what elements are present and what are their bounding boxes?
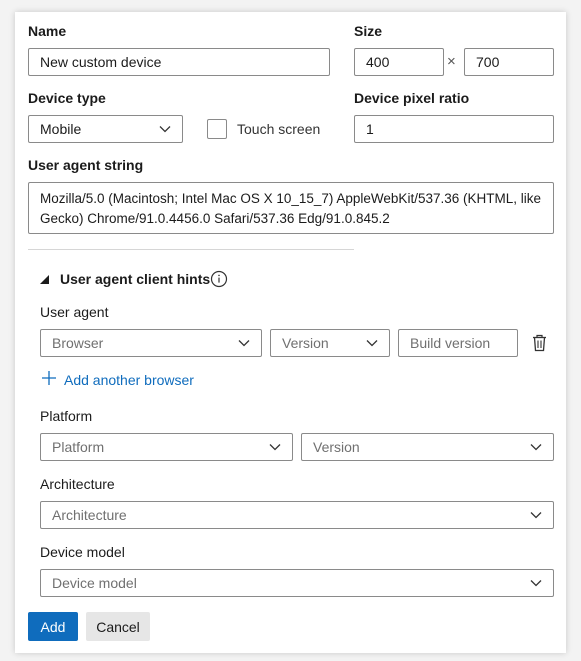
height-input[interactable]: 700 (464, 48, 554, 76)
size-label: Size (354, 23, 383, 39)
platform-label: Platform (40, 408, 93, 424)
chevron-down-icon (530, 580, 542, 587)
user-agent-string-label: User agent string (28, 157, 144, 173)
device-model-placeholder: Device model (52, 575, 137, 591)
info-icon[interactable] (210, 270, 228, 288)
touch-screen-checkbox[interactable] (207, 119, 227, 139)
architecture-select[interactable]: Architecture (40, 501, 554, 529)
user-agent-string-input[interactable]: Mozilla/5.0 (Macintosh; Intel Mac OS X 1… (28, 182, 554, 234)
device-model-select[interactable]: Device model (40, 569, 554, 597)
chevron-down-icon (530, 512, 542, 519)
name-input[interactable]: New custom device (28, 48, 330, 76)
architecture-label: Architecture (40, 476, 115, 492)
platform-placeholder: Platform (52, 439, 105, 455)
architecture-placeholder: Architecture (52, 507, 127, 523)
width-input[interactable]: 400 (354, 48, 444, 76)
browser-select[interactable]: Browser (40, 329, 262, 357)
browser-version-select[interactable]: Version (270, 329, 390, 357)
add-button[interactable]: Add (28, 612, 78, 641)
browser-placeholder: Browser (52, 335, 104, 351)
chevron-down-icon (366, 340, 378, 347)
device-model-label: Device model (40, 544, 125, 560)
size-separator: × (447, 53, 456, 70)
browser-version-placeholder: Version (282, 335, 329, 351)
platform-version-placeholder: Version (313, 439, 360, 455)
platform-select[interactable]: Platform (40, 433, 293, 461)
user-agent-label: User agent (40, 304, 109, 320)
cancel-button[interactable]: Cancel (86, 612, 150, 641)
platform-version-select[interactable]: Version (301, 433, 554, 461)
device-type-label: Device type (28, 90, 106, 106)
add-another-browser-link[interactable]: Add another browser (64, 372, 194, 388)
build-version-input[interactable]: Build version (398, 329, 518, 357)
device-type-value: Mobile (40, 121, 82, 137)
device-pixel-ratio-label: Device pixel ratio (354, 90, 470, 106)
chevron-down-icon (530, 444, 542, 451)
touch-screen-label: Touch screen (237, 121, 321, 137)
trash-icon[interactable] (531, 334, 548, 352)
expand-triangle-icon[interactable] (40, 275, 49, 284)
chevron-down-icon (269, 444, 281, 451)
name-label: Name (28, 23, 67, 39)
chevron-down-icon (238, 340, 250, 347)
device-type-select[interactable]: Mobile (28, 115, 183, 143)
divider (28, 249, 354, 250)
client-hints-title[interactable]: User agent client hints (60, 271, 210, 287)
chevron-down-icon (159, 126, 171, 133)
device-pixel-ratio-input[interactable]: 1 (354, 115, 554, 143)
plus-icon[interactable] (42, 371, 56, 385)
